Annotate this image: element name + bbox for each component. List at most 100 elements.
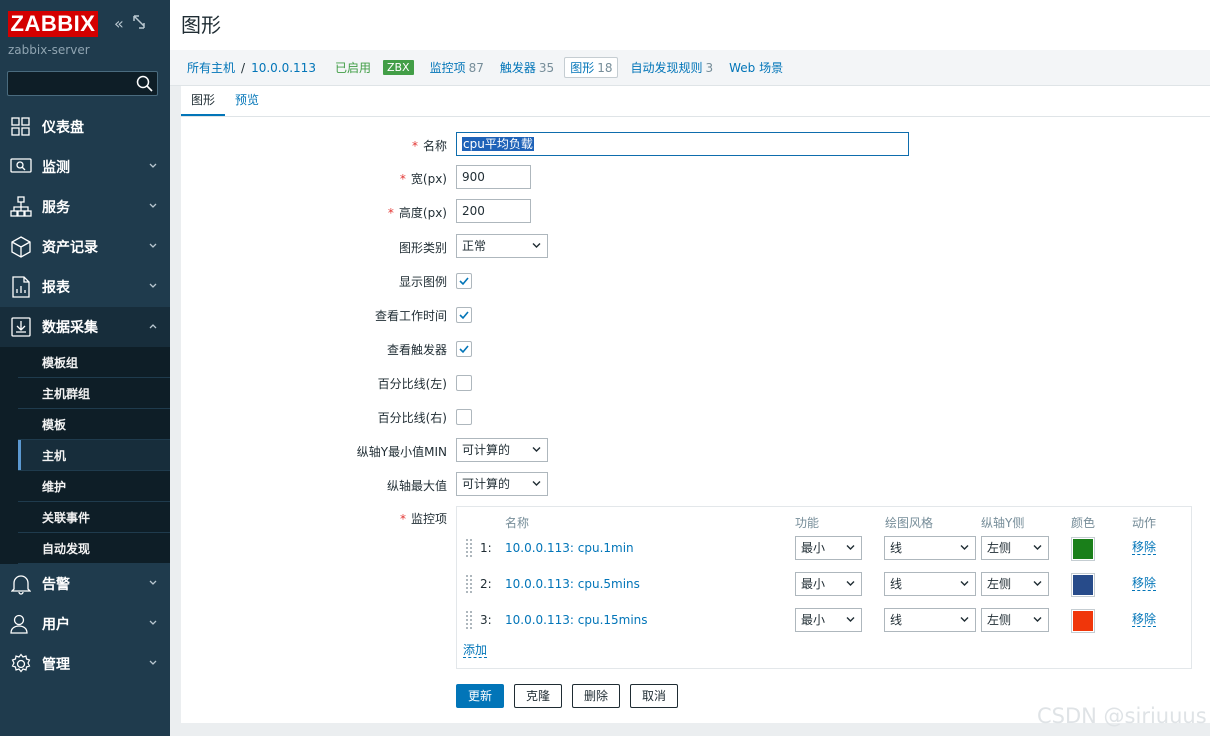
item-function-select[interactable]: 最小	[795, 608, 862, 632]
search-icon[interactable]	[136, 75, 153, 92]
host-status[interactable]: 已启用	[335, 59, 371, 76]
item-draw-style-select[interactable]: 线	[884, 536, 976, 560]
tab-graph[interactable]: 图形	[181, 91, 226, 116]
chevron-up-icon	[149, 324, 157, 329]
percent-left-checkbox[interactable]	[456, 375, 472, 391]
item-name-link[interactable]: 10.0.0.113: cpu.1min	[505, 541, 634, 555]
alerts-icon	[10, 573, 32, 595]
item-color-picker[interactable]	[1071, 609, 1095, 633]
work-period-label: 查看工作时间	[374, 309, 447, 323]
chevron-down-icon	[846, 545, 855, 550]
work-period-checkbox[interactable]	[456, 307, 472, 323]
nav-triggers-link[interactable]: 触发器 35	[500, 59, 554, 76]
ymin-select[interactable]: 可计算的	[456, 438, 548, 462]
width-input[interactable]: 900	[456, 165, 531, 189]
drag-handle-icon[interactable]	[466, 611, 473, 629]
menu-item-reports[interactable]: 报表	[0, 267, 170, 307]
remove-item-link[interactable]: 移除	[1132, 541, 1157, 555]
graph-items-table: 名称 功能 绘图风格 纵轴Y侧 颜色 动作 1: 10.0.0.113: cpu…	[456, 506, 1192, 669]
drag-handle-icon[interactable]	[466, 575, 473, 593]
menu-item-services[interactable]: 服务	[0, 187, 170, 227]
nav-discovery-rules-link[interactable]: 自动发现规则 3	[630, 59, 713, 76]
graph-type-label: 图形类别	[398, 241, 447, 255]
submenu-item-discovery[interactable]: 自动发现	[18, 533, 170, 564]
item-function-select[interactable]: 最小	[795, 536, 862, 560]
ymax-label: 纵轴最大值	[386, 479, 447, 493]
submenu-item-event-correlation[interactable]: 关联事件	[18, 502, 170, 533]
tab-preview[interactable]: 预览	[225, 91, 269, 116]
nav-tab-label: Web 场景	[729, 61, 784, 75]
cancel-button[interactable]: 取消	[630, 684, 678, 708]
percent-right-checkbox[interactable]	[456, 409, 472, 425]
all-hosts-link[interactable]: 所有主机	[187, 59, 235, 76]
drag-handle-icon[interactable]	[466, 539, 473, 557]
item-number: 3:	[480, 613, 492, 627]
menu-item-inventory[interactable]: 资产记录	[0, 227, 170, 267]
menu-item-users[interactable]: 用户	[0, 604, 170, 644]
update-button[interactable]: 更新	[456, 684, 504, 708]
chevron-down-icon	[1033, 545, 1042, 550]
item-draw-style-select[interactable]: 线	[884, 572, 976, 596]
remove-item-link[interactable]: 移除	[1132, 577, 1157, 591]
kiosk-mode-icon[interactable]	[132, 14, 146, 33]
color-swatch	[1073, 539, 1093, 559]
ymax-select[interactable]: 可计算的	[456, 472, 548, 496]
name-input[interactable]: cpu平均负载	[456, 132, 909, 156]
remove-item-link[interactable]: 移除	[1132, 613, 1157, 627]
sidebar-search-input[interactable]	[7, 71, 158, 96]
menu-item-label: 管理	[42, 657, 70, 673]
menu-item-monitoring[interactable]: 监测	[0, 147, 170, 187]
nav-web-scenarios-link[interactable]: Web 场景	[729, 59, 783, 76]
host-link[interactable]: 10.0.0.113	[251, 61, 316, 75]
menu-item-alerts[interactable]: 告警	[0, 564, 170, 604]
submenu-item-templates[interactable]: 模板	[18, 409, 170, 440]
item-y-axis-side-select[interactable]: 左侧	[981, 608, 1049, 632]
ymin-label: 纵轴Y最小值MIN	[356, 445, 447, 459]
menu-item-administration[interactable]: 管理	[0, 644, 170, 684]
color-swatch	[1073, 611, 1093, 631]
show-legend-row: 显示图例	[181, 268, 1210, 294]
column-header-name: 名称	[505, 516, 530, 530]
item-draw-style-select[interactable]: 线	[884, 608, 976, 632]
chevron-down-icon	[1033, 617, 1042, 622]
chevron-down-icon	[960, 545, 969, 550]
triggers-row: 查看触发器	[181, 336, 1210, 362]
menu-item-data-collection[interactable]: 数据采集	[0, 307, 170, 347]
submenu-item-template-groups[interactable]: 模板组	[18, 347, 170, 378]
page-title: 图形	[181, 13, 221, 37]
chevron-down-icon	[149, 620, 157, 625]
collapse-sidebar-icon[interactable]: «	[114, 14, 124, 33]
name-label: * 名称	[411, 139, 447, 153]
nav-tab-count: 35	[538, 61, 555, 75]
graph-type-select[interactable]: 正常	[456, 234, 548, 258]
item-color-picker[interactable]	[1071, 537, 1095, 561]
users-icon	[10, 613, 32, 635]
nav-graphs-link[interactable]: 图形 18	[564, 57, 619, 78]
clone-button[interactable]: 克隆	[514, 684, 562, 708]
submenu-item-hosts[interactable]: 主机	[18, 440, 170, 471]
ymax-row: 纵轴最大值 可计算的	[181, 472, 1210, 498]
zabbix-logo[interactable]: ZABBIX	[8, 11, 98, 37]
add-item-link[interactable]: 添加	[463, 644, 488, 658]
nav-items-link[interactable]: 监控项 87	[430, 59, 484, 76]
delete-button[interactable]: 删除	[572, 684, 620, 708]
chevron-down-icon	[532, 481, 541, 486]
item-name-link[interactable]: 10.0.0.113: cpu.5mins	[505, 577, 640, 591]
menu-item-dashboard[interactable]: 仪表盘	[0, 107, 170, 147]
show-legend-checkbox[interactable]	[456, 273, 472, 289]
data-collection-submenu: 模板组 主机群组 模板 主机 维护 关联事件 自动发现	[0, 347, 170, 564]
triggers-checkbox[interactable]	[456, 341, 472, 357]
item-function-select[interactable]: 最小	[795, 572, 862, 596]
graph-form: 图形 预览 * 名称 cpu平均负载 * 宽(px) 900 * 高度(px) 200…	[181, 86, 1210, 723]
item-number: 1:	[480, 541, 492, 555]
submenu-item-host-groups[interactable]: 主机群组	[18, 378, 170, 409]
item-name-link[interactable]: 10.0.0.113: cpu.15mins	[505, 613, 648, 627]
submenu-item-maintenance[interactable]: 维护	[18, 471, 170, 502]
item-y-axis-side-select[interactable]: 左侧	[981, 536, 1049, 560]
table-row: 3: 10.0.0.113: cpu.15mins 最小 线 左侧 移除	[457, 607, 1193, 633]
height-input[interactable]: 200	[456, 199, 531, 223]
item-y-axis-side-select[interactable]: 左侧	[981, 572, 1049, 596]
item-color-picker[interactable]	[1071, 573, 1095, 597]
menu-item-label: 服务	[42, 200, 70, 216]
column-header-draw-style: 绘图风格	[885, 516, 934, 530]
